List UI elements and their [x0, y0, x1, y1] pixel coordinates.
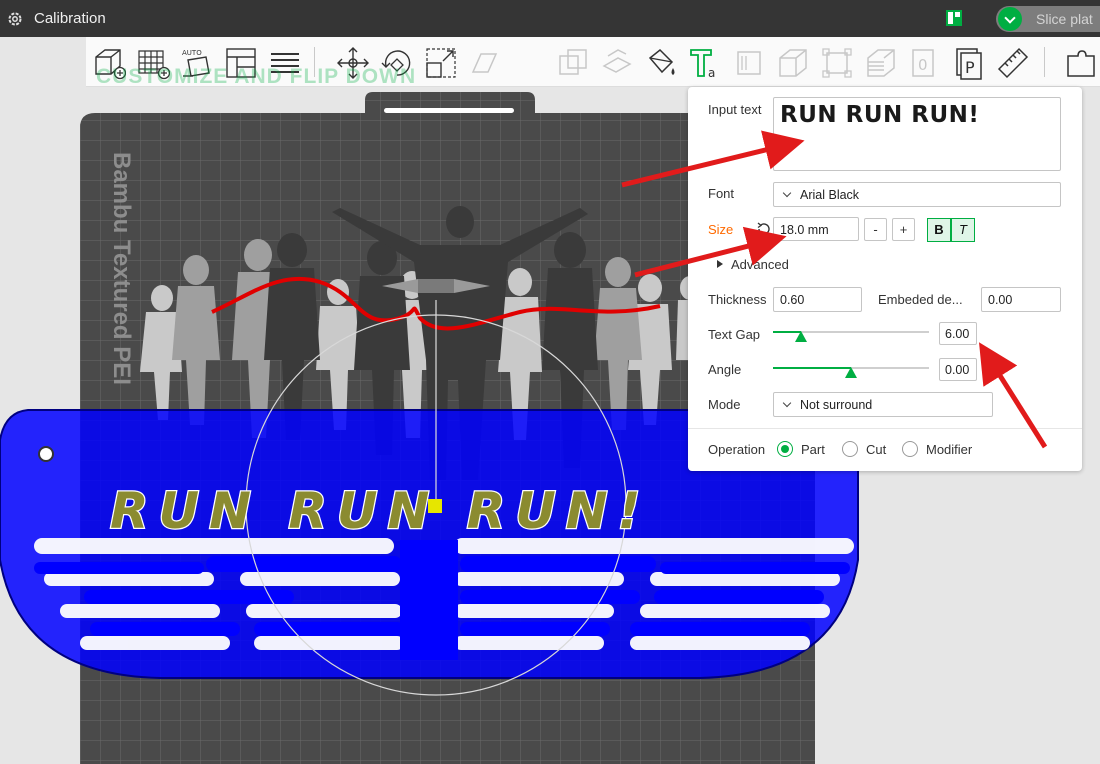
angle-label: Angle: [708, 362, 742, 377]
embeded-depth-label: Embeded de...: [878, 292, 963, 307]
input-text-value: RUN RUN RUN!: [780, 102, 980, 128]
slice-plate-label: Slice plat: [1036, 11, 1093, 27]
operation-part-radio[interactable]: [777, 441, 793, 457]
app-window: { "titlebar": { "title": "Calibration", …: [0, 0, 1100, 764]
chevron-down-icon[interactable]: [998, 7, 1022, 31]
thickness-value: 0.60: [780, 293, 805, 307]
angle-value: 0.00: [945, 363, 970, 377]
reset-icon[interactable]: [756, 221, 772, 237]
size-increase-button[interactable]: +: [892, 218, 915, 241]
box-icon[interactable]: [776, 46, 810, 80]
operation-label: Operation: [708, 442, 766, 457]
svg-text:a: a: [708, 66, 715, 80]
svg-text:P: P: [965, 58, 975, 77]
operation-modifier-label[interactable]: Modifier: [926, 442, 972, 457]
variable-layer-icon[interactable]: [864, 46, 898, 80]
thickness-input[interactable]: 0.60: [773, 287, 862, 312]
layers-icon[interactable]: [268, 46, 302, 80]
size-decrease-button[interactable]: -: [864, 218, 887, 241]
arrange-icon[interactable]: [224, 46, 258, 80]
size-value: 18.0 mm: [780, 223, 829, 237]
title-bar: Calibration Slice plat: [0, 0, 1100, 37]
size-input[interactable]: 18.0 mm: [773, 217, 859, 241]
scale-icon[interactable]: [424, 46, 458, 80]
plate-p-icon[interactable]: P: [952, 46, 986, 80]
cut-icon[interactable]: [556, 46, 590, 80]
plate-label: Bambu Textured PEI: [108, 152, 135, 385]
text-gap-label: Text Gap: [708, 327, 761, 342]
assembly-icon[interactable]: [1064, 46, 1098, 80]
auto-orient-icon[interactable]: AUTO: [180, 46, 214, 80]
text-gap-slider[interactable]: [773, 323, 929, 343]
angle-slider[interactable]: [773, 359, 929, 379]
layout-icon[interactable]: [946, 10, 962, 26]
text-properties-panel: Input text RUN RUN RUN! Font Arial Black…: [688, 87, 1082, 471]
bold-button[interactable]: B: [927, 218, 951, 242]
chevron-down-icon: [782, 398, 792, 408]
angle-input[interactable]: 0.00: [939, 358, 977, 381]
add-plate-icon[interactable]: [136, 46, 171, 80]
split-icon[interactable]: [600, 46, 634, 80]
move-icon[interactable]: [336, 46, 370, 80]
slice-plate-button[interactable]: Slice plat: [996, 6, 1100, 32]
settings-gear-icon[interactable]: [6, 10, 24, 28]
mode-label: Mode: [708, 397, 741, 412]
zero-plate-icon[interactable]: 0: [908, 46, 942, 80]
chevron-down-icon: [782, 188, 792, 198]
svg-text:AUTO: AUTO: [182, 49, 202, 57]
divider: [688, 428, 1082, 429]
thickness-label: Thickness: [708, 292, 767, 307]
paint-bucket-icon[interactable]: [644, 46, 678, 80]
italic-button[interactable]: T: [951, 218, 975, 242]
font-dropdown[interactable]: Arial Black: [773, 182, 1061, 207]
add-object-icon[interactable]: [92, 46, 127, 80]
operation-part-label[interactable]: Part: [801, 442, 825, 457]
mode-dropdown[interactable]: Not surround: [773, 392, 993, 417]
text-tool-icon[interactable]: a: [688, 46, 722, 80]
window-title: Calibration: [34, 10, 106, 27]
measure-box-icon[interactable]: [820, 46, 854, 80]
main-toolbar: AUTO a 0 P CUSTOMIZE AND FLIP DOWN: [86, 37, 1100, 88]
lay-on-face-icon[interactable]: [468, 46, 502, 80]
text-gap-input[interactable]: 6.00: [939, 322, 977, 345]
mode-value: Not surround: [800, 398, 873, 412]
slider-thumb[interactable]: [795, 331, 807, 342]
size-label: Size: [708, 222, 734, 237]
embossed-text: RUN RUN RUN!: [110, 482, 650, 540]
rotate-icon[interactable]: [380, 46, 414, 80]
font-value: Arial Black: [800, 188, 860, 202]
advanced-toggle[interactable]: Advanced: [731, 257, 789, 272]
operation-cut-radio[interactable]: [842, 441, 858, 457]
svg-tool-icon[interactable]: [732, 46, 766, 80]
font-label: Font: [708, 186, 735, 201]
operation-cut-label[interactable]: Cut: [866, 442, 886, 457]
svg-text:0: 0: [918, 56, 928, 74]
expand-triangle-icon[interactable]: [717, 260, 723, 268]
operation-modifier-radio[interactable]: [902, 441, 918, 457]
input-text-label: Input text: [708, 102, 762, 117]
input-text-field[interactable]: RUN RUN RUN!: [773, 97, 1061, 171]
slider-thumb[interactable]: [845, 367, 857, 378]
plate-handle: [384, 108, 514, 113]
embeded-depth-input[interactable]: 0.00: [981, 287, 1061, 312]
embeded-depth-value: 0.00: [988, 293, 1013, 307]
ruler-icon[interactable]: [996, 46, 1030, 80]
text-gap-value: 6.00: [945, 327, 970, 341]
